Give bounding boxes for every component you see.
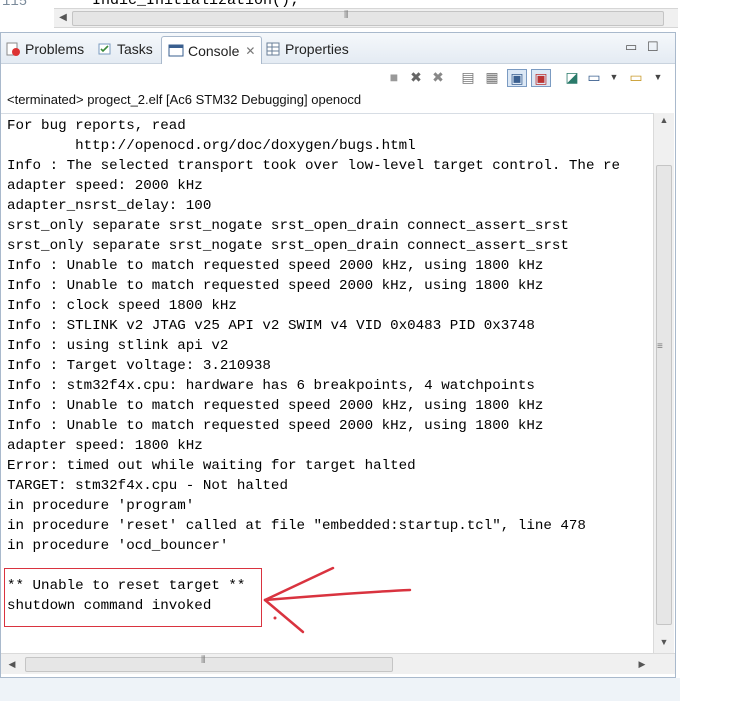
console-horizontal-scrollbar[interactable]: ◀ ⦀ ▶	[1, 653, 675, 674]
console-line: TARGET: stm32f4x.cpu - Not halted	[7, 478, 288, 494]
console-line: srst_only separate srst_nogate srst_open…	[7, 238, 569, 254]
problems-icon	[5, 41, 21, 57]
scroll-grip-icon: ⦀	[344, 10, 349, 21]
console-line: adapter speed: 2000 kHz	[7, 178, 203, 194]
clear-console-icon[interactable]: ▤	[459, 69, 477, 85]
console-line: Info : The selected transport took over …	[7, 158, 620, 174]
scroll-right-arrow-icon[interactable]: ▶	[635, 657, 649, 671]
bottom-gutter	[0, 678, 680, 701]
properties-icon	[265, 41, 281, 57]
tab-console[interactable]: Console ✕	[161, 36, 263, 64]
terminate-icon[interactable]: ■	[385, 69, 403, 85]
editor-scroll-thumb[interactable]	[72, 11, 664, 26]
console-line: in procedure 'reset' called at file "emb…	[7, 518, 586, 534]
display-console-icon[interactable]: ▭	[585, 69, 603, 85]
tab-label: Tasks	[117, 41, 153, 57]
console-process-label: <terminated> progect_2.elf [Ac6 STM32 De…	[7, 92, 362, 107]
console-line: Info : Target voltage: 3.210938	[7, 358, 271, 374]
tab-label: Console	[188, 42, 240, 59]
console-line: Info : stm32f4x.cpu: hardware has 6 brea…	[7, 378, 535, 394]
editor-horizontal-scrollbar[interactable]: ◀ ⦀	[54, 8, 678, 28]
console-line: Info : Unable to match requested speed 2…	[7, 278, 544, 294]
remove-all-terminated-icon[interactable]: ✖	[429, 69, 447, 85]
scroll-up-arrow-icon[interactable]: ▲	[657, 115, 671, 129]
console-line: http://openocd.org/doc/doxygen/bugs.html	[7, 138, 416, 154]
error-highlight-box	[4, 568, 262, 627]
open-console-icon[interactable]: ▭	[627, 69, 645, 85]
console-line: Info : Unable to match requested speed 2…	[7, 398, 544, 414]
scroll-down-arrow-icon[interactable]: ▼	[657, 637, 671, 651]
view-tab-bar: Problems Tasks Console ✕ Properties ▭ ☐	[1, 33, 675, 64]
chevron-down-icon[interactable]: ▼	[605, 69, 623, 85]
console-icon	[168, 43, 184, 59]
tab-label: Properties	[285, 41, 349, 57]
scroll-left-arrow-icon[interactable]: ◀	[5, 657, 19, 671]
show-on-stderr-icon[interactable]: ▣	[531, 69, 551, 87]
console-line: Info : using stlink api v2	[7, 338, 229, 354]
editor-strip: 115 Indic_Initialization(); ◀ ⦀	[0, 0, 680, 30]
annotation-arrow-icon	[263, 566, 412, 634]
console-line: Info : Unable to match requested speed 2…	[7, 258, 544, 274]
tab-label: Problems	[25, 41, 85, 57]
console-line: Info : clock speed 1800 kHz	[7, 298, 237, 314]
horizontal-scroll-thumb[interactable]	[25, 657, 393, 672]
console-line: in procedure 'ocd_bouncer'	[7, 538, 229, 554]
console-vertical-scrollbar[interactable]: ▲ ≡ ▼	[653, 113, 674, 653]
tab-tasks[interactable]: Tasks	[97, 36, 153, 62]
show-on-stdout-icon[interactable]: ▣	[507, 69, 527, 87]
console-toolbar: ■ ✖ ✖ ▤ ▦ ▣ ▣ ◪ ▭ ▼ ▭ ▼	[1, 65, 675, 89]
remove-launch-icon[interactable]: ✖	[407, 69, 425, 85]
console-line: Info : Unable to match requested speed 2…	[7, 418, 544, 434]
vertical-scroll-thumb[interactable]	[656, 165, 672, 625]
console-line: adapter_nsrst_delay: 100	[7, 198, 212, 214]
tab-properties[interactable]: Properties	[265, 36, 349, 62]
scroll-grip-icon: ⦀	[201, 655, 206, 666]
console-text: For bug reports, read http://openocd.org…	[1, 114, 653, 616]
minimize-icon[interactable]: ▭	[625, 39, 637, 55]
console-line: Info : STLINK v2 JTAG v25 API v2 SWIM v4…	[7, 318, 535, 334]
scroll-grip-icon: ≡	[657, 341, 663, 352]
scroll-left-arrow-icon[interactable]: ◀	[56, 10, 70, 26]
console-line: in procedure 'program'	[7, 498, 195, 514]
tab-problems[interactable]: Problems	[5, 36, 84, 62]
pin-console-icon[interactable]: ◪	[563, 69, 581, 85]
console-line: Error: timed out while waiting for targe…	[7, 458, 416, 474]
scroll-lock-icon[interactable]: ▦	[483, 69, 501, 85]
tasks-icon	[97, 41, 113, 57]
console-line: For bug reports, read	[7, 118, 186, 134]
editor-line-number: 115	[2, 0, 28, 10]
close-icon[interactable]: ✕	[245, 44, 255, 58]
console-line: srst_only separate srst_nogate srst_open…	[7, 218, 569, 234]
chevron-down-icon[interactable]: ▼	[649, 69, 667, 85]
console-line: adapter speed: 1800 kHz	[7, 438, 203, 454]
maximize-icon[interactable]: ☐	[647, 39, 659, 55]
